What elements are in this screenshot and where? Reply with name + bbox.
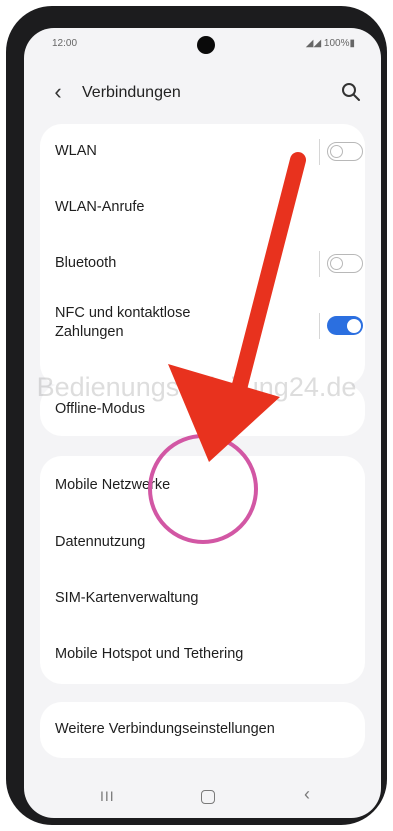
recent-apps-icon[interactable]: III	[100, 788, 115, 804]
item-label: Mobile Hotspot und Tethering	[55, 646, 244, 662]
item-label: Bluetooth	[55, 255, 117, 271]
item-label: WLAN-Anrufe	[55, 199, 145, 215]
navigation-bar: III ‹	[24, 776, 381, 818]
settings-group-more: Weitere Verbindungseinstellungen	[40, 702, 365, 758]
app-header: ‹ Verbindungen	[24, 74, 381, 114]
settings-group-mobile: Mobile Netzwerke Datennutzung SIM-Karten…	[40, 456, 365, 684]
list-item-datennutzung[interactable]: Datennutzung	[40, 513, 365, 570]
nav-back-icon[interactable]: ‹	[304, 784, 310, 805]
list-item-weitere-einstellungen[interactable]: Weitere Verbindungseinstellungen	[40, 702, 365, 758]
list-item-mobile-netzwerke[interactable]: Mobile Netzwerke	[40, 456, 365, 513]
bluetooth-toggle[interactable]	[327, 254, 363, 273]
back-arrow-icon[interactable]: ‹	[46, 80, 70, 104]
status-time: 12:00	[52, 38, 78, 49]
wlan-toggle[interactable]	[327, 142, 363, 161]
home-icon[interactable]	[201, 790, 215, 804]
item-divider	[319, 139, 320, 165]
item-divider	[319, 313, 320, 339]
item-label: Mobile Netzwerke	[55, 477, 171, 493]
screen: 12:00 ◢◢ 100%▮ ‹ Verbindungen WLAN WLAN-…	[24, 28, 381, 818]
item-label: Datennutzung	[55, 534, 146, 550]
settings-group-connections: WLAN WLAN-Anrufe Bluetooth NFC und konta…	[40, 124, 365, 386]
list-item-sim-kartenverwaltung[interactable]: SIM-Kartenverwaltung	[40, 570, 365, 627]
search-icon[interactable]	[339, 80, 363, 104]
item-divider	[319, 251, 320, 277]
item-label: Weitere Verbindungseinstellungen	[55, 721, 275, 737]
list-item-bluetooth[interactable]: Bluetooth	[40, 236, 365, 292]
list-item-nfc[interactable]: NFC und kontaktlose Zahlungen	[40, 292, 365, 372]
list-item-wlan[interactable]: WLAN	[40, 124, 365, 180]
item-label: SIM-Kartenverwaltung	[55, 590, 199, 606]
status-indicators: ◢◢ 100%▮	[305, 38, 355, 49]
watermark: Bedienungsanleitung24.de	[36, 372, 357, 402]
item-label: WLAN	[55, 143, 97, 159]
list-item-mobile-hotspot[interactable]: Mobile Hotspot und Tethering	[40, 627, 365, 684]
list-item-wlan-anrufe[interactable]: WLAN-Anrufe	[40, 180, 365, 236]
page-title: Verbindungen	[82, 84, 181, 101]
phone-frame: 12:00 ◢◢ 100%▮ ‹ Verbindungen WLAN WLAN-…	[6, 6, 387, 825]
nfc-toggle[interactable]	[327, 316, 363, 335]
front-camera	[197, 36, 215, 54]
item-label: NFC und kontaktlose Zahlungen	[55, 305, 191, 340]
